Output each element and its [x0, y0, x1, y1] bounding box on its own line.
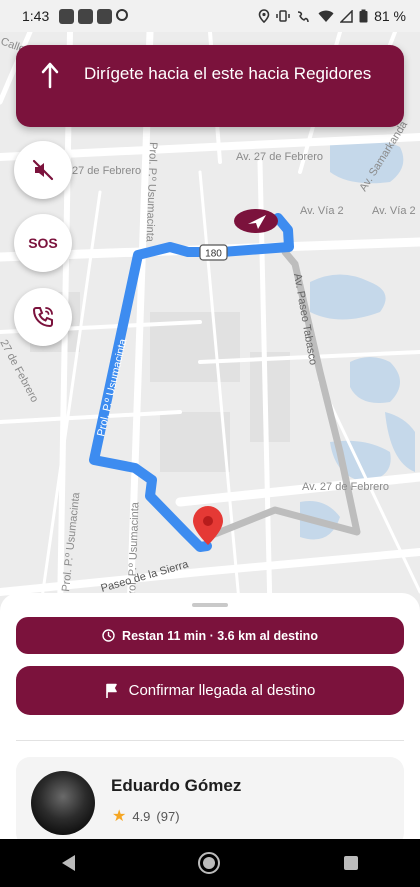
battery-level: 81 % — [374, 8, 406, 24]
map-label: Av. 27 de Febrero — [236, 151, 323, 163]
sos-button[interactable]: SOS — [14, 214, 72, 272]
wifi-icon — [318, 10, 334, 22]
map-label: Av. Vía 2 — [372, 205, 416, 217]
status-time: 1:43 — [22, 8, 50, 24]
driver-rating: ★ 4.9 (97) — [112, 806, 180, 826]
location-icon — [258, 9, 270, 23]
clock-icon — [102, 629, 115, 642]
arrow-up-icon — [41, 62, 59, 89]
system-navigation-bar — [0, 839, 420, 887]
map-label: 27 de Febrero — [72, 165, 141, 177]
eta-text: Restan 11 min · 3.6 km al destino — [122, 628, 318, 643]
phone-call-icon — [32, 307, 53, 328]
flag-icon — [105, 683, 117, 698]
back-icon[interactable] — [61, 855, 75, 871]
svg-text:180: 180 — [205, 249, 222, 260]
vibrate-icon — [276, 10, 290, 22]
driver-avatar — [31, 771, 95, 835]
signal-icon — [340, 9, 353, 23]
eta-badge: Restan 11 min · 3.6 km al destino — [16, 617, 404, 654]
map-label: Av. Vía 2 — [300, 205, 344, 217]
wifi-call-icon — [298, 11, 309, 23]
status-bar: 1:43 81 % — [0, 0, 420, 32]
notification-icons — [59, 8, 129, 24]
volume-mute-icon — [32, 159, 54, 181]
rating-value: 4.9 — [132, 808, 151, 824]
battery-icon — [359, 9, 368, 23]
app-notification-icon — [97, 8, 113, 24]
mute-button[interactable] — [14, 141, 72, 199]
recent-apps-icon[interactable] — [344, 856, 359, 870]
app-notification-icon — [78, 8, 94, 24]
app-notification-icon — [59, 8, 75, 24]
highway-shield: 180 — [199, 244, 228, 261]
instruction-text: Dirígete hacia el este hacia Regidores — [84, 64, 372, 83]
home-icon[interactable] — [198, 852, 221, 874]
vehicle-position-marker — [234, 209, 278, 233]
confirm-arrival-label: Confirmar llegada al destino — [128, 682, 316, 699]
trip-bottom-sheet[interactable]: Restan 11 min · 3.6 km al destino Confir… — [0, 593, 420, 847]
confirm-arrival-button[interactable]: Confirmar llegada al destino — [16, 666, 404, 715]
system-status: 81 % — [258, 8, 406, 24]
driver-card[interactable]: Eduardo Gómez ★ 4.9 (97) — [16, 757, 404, 847]
driver-name: Eduardo Gómez — [111, 776, 242, 795]
navigation-instruction-banner: Dirígete hacia el este hacia Regidores — [16, 45, 404, 127]
section-divider — [16, 740, 404, 741]
call-button[interactable] — [14, 288, 72, 346]
sheet-drag-handle[interactable] — [192, 603, 228, 607]
star-icon: ★ — [112, 808, 127, 825]
map-label: Av. 27 de Febrero — [302, 481, 389, 493]
review-count: (97) — [156, 808, 180, 824]
dnd-icon — [116, 8, 129, 21]
sos-label: SOS — [28, 235, 58, 251]
